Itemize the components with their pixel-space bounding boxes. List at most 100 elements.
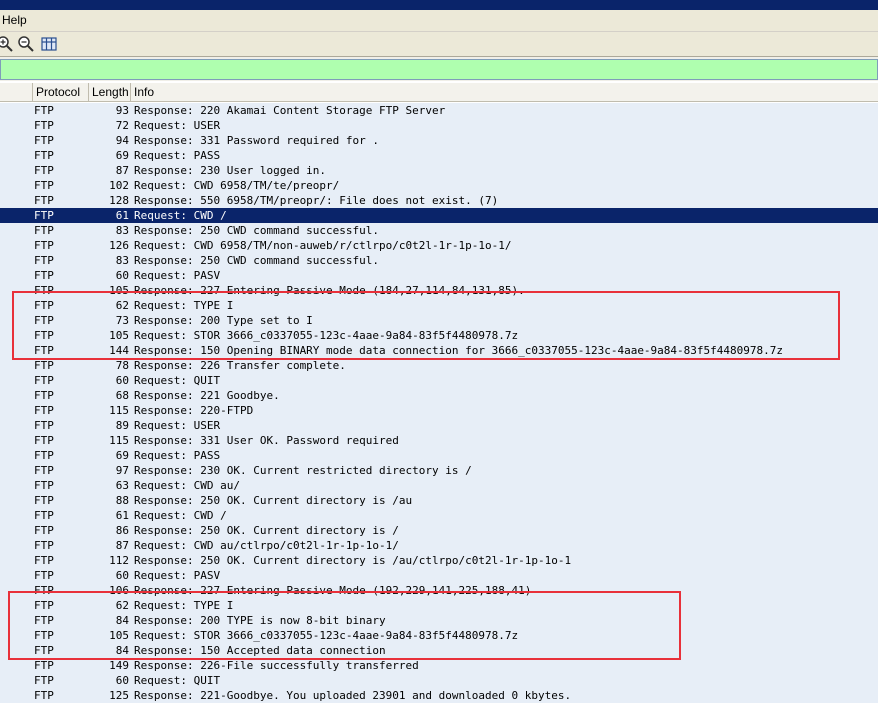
packet-row[interactable]: FTP 88 Response: 250 OK. Current directory… bbox=[0, 493, 878, 508]
packet-row[interactable]: FTP 83 Response: 250 CWD command successfu… bbox=[0, 253, 878, 268]
packet-row[interactable]: FTP 128 Response: 550 6958/TM/preopr/: Fil… bbox=[0, 193, 878, 208]
packet-row[interactable]: FTP 60 Request: QUIT bbox=[0, 673, 878, 688]
packet-row[interactable]: FTP 60 Request: PASV bbox=[0, 268, 878, 283]
packet-length: 94 bbox=[115, 134, 129, 147]
packet-info: Response: 550 6958/TM/preopr/: File does… bbox=[134, 194, 499, 207]
packet-row[interactable]: FTP 78 Response: 226 Transfer complete. bbox=[0, 358, 878, 373]
packet-length: 68 bbox=[115, 389, 129, 402]
packet-protocol: FTP bbox=[34, 179, 54, 192]
packet-protocol: FTP bbox=[34, 434, 54, 447]
packet-protocol: FTP bbox=[34, 494, 54, 507]
packet-row[interactable]: FTP 125 Response: 221-Goodbye. You uploade… bbox=[0, 688, 878, 703]
packet-row[interactable]: FTP 69 Request: PASS bbox=[0, 448, 878, 463]
packet-row[interactable]: FTP 87 Request: CWD au/ctlrpo/c0t2l-1r-1p-… bbox=[0, 538, 878, 553]
column-header-blank[interactable] bbox=[0, 83, 33, 101]
packet-row[interactable]: FTP 149 Response: 226-File successfully tr… bbox=[0, 658, 878, 673]
packet-length: 125 bbox=[109, 689, 129, 702]
packet-row[interactable]: FTP 60 Request: QUIT bbox=[0, 373, 878, 388]
packet-info: Response: 250 OK. Current directory is /… bbox=[134, 554, 572, 567]
packet-row[interactable]: FTP 87 Response: 230 User logged in. bbox=[0, 163, 878, 178]
packet-info: Request: CWD 6958/TM/non-auweb/r/ctlrpo/… bbox=[134, 239, 512, 252]
packet-info: Response: 331 Password required for . bbox=[134, 134, 380, 147]
highlight-box bbox=[12, 291, 840, 360]
packet-info: Response: 221-Goodbye. You uploaded 2390… bbox=[134, 689, 572, 702]
packet-info: Request: CWD 6958/TM/te/preopr/ bbox=[134, 179, 340, 192]
packet-row[interactable]: FTP 83 Response: 250 CWD command successfu… bbox=[0, 223, 878, 238]
packet-row[interactable]: FTP 60 Request: PASV bbox=[0, 568, 878, 583]
display-filter-input[interactable] bbox=[0, 59, 878, 80]
packet-info: Request: USER bbox=[134, 419, 221, 432]
packet-row[interactable]: FTP 89 Request: USER bbox=[0, 418, 878, 433]
packet-length: 115 bbox=[109, 404, 129, 417]
packet-info: Request: QUIT bbox=[134, 674, 221, 687]
packet-protocol: FTP bbox=[34, 509, 54, 522]
packet-protocol: FTP bbox=[34, 449, 54, 462]
packet-protocol: FTP bbox=[34, 464, 54, 477]
packet-protocol: FTP bbox=[34, 569, 54, 582]
packet-info: Response: 220-FTPD bbox=[134, 404, 254, 417]
packet-protocol: FTP bbox=[34, 689, 54, 702]
packet-info: Response: 220 Akamai Content Storage FTP… bbox=[134, 104, 446, 117]
zoom-in-icon[interactable] bbox=[0, 35, 14, 53]
display-filter-bar bbox=[0, 57, 878, 81]
packet-info: Response: 221 Goodbye. bbox=[134, 389, 280, 402]
packet-protocol: FTP bbox=[34, 164, 54, 177]
packet-info: Request: USER bbox=[134, 119, 221, 132]
packet-info: Response: 250 OK. Current directory is / bbox=[134, 524, 399, 537]
packet-protocol: FTP bbox=[34, 524, 54, 537]
packet-row[interactable]: FTP 112 Response: 250 OK. Current director… bbox=[0, 553, 878, 568]
packet-row[interactable]: FTP 69 Request: PASS bbox=[0, 148, 878, 163]
packet-length: 61 bbox=[115, 509, 129, 522]
packet-protocol: FTP bbox=[34, 404, 54, 417]
packet-row[interactable]: FTP 86 Response: 250 OK. Current directory… bbox=[0, 523, 878, 538]
packet-info: Request: CWD / bbox=[134, 509, 227, 522]
packet-length: 93 bbox=[115, 104, 129, 117]
packet-row[interactable]: FTP 68 Response: 221 Goodbye. bbox=[0, 388, 878, 403]
packet-length: 60 bbox=[115, 374, 129, 387]
packet-row[interactable]: FTP 97 Response: 230 OK. Current restricte… bbox=[0, 463, 878, 478]
column-header-info[interactable]: Info bbox=[131, 83, 878, 101]
packet-length: 149 bbox=[109, 659, 129, 672]
packet-info: Request: CWD au/ctlrpo/c0t2l-1r-1p-1o-1/ bbox=[134, 539, 399, 552]
packet-info: Response: 250 OK. Current directory is /… bbox=[134, 494, 413, 507]
column-header-protocol[interactable]: Protocol bbox=[33, 83, 89, 101]
packet-length: 60 bbox=[115, 269, 129, 282]
packet-info: Request: PASV bbox=[134, 569, 221, 582]
packet-row[interactable]: FTP 61 Request: CWD / bbox=[0, 208, 878, 223]
packet-protocol: FTP bbox=[34, 254, 54, 267]
packet-length: 63 bbox=[115, 479, 129, 492]
packet-info: Response: 250 CWD command successful. bbox=[134, 254, 380, 267]
packet-row[interactable]: FTP 63 Request: CWD au/ bbox=[0, 478, 878, 493]
packet-row[interactable]: FTP 93 Response: 220 Akamai Content Storag… bbox=[0, 103, 878, 118]
packet-row[interactable]: FTP 94 Response: 331 Password required for… bbox=[0, 133, 878, 148]
packet-info: Request: CWD / bbox=[134, 209, 227, 222]
packet-row[interactable]: FTP 115 Response: 331 User OK. Password re… bbox=[0, 433, 878, 448]
packet-protocol: FTP bbox=[34, 374, 54, 387]
packet-protocol: FTP bbox=[34, 209, 54, 222]
menu-help[interactable]: Help bbox=[0, 13, 27, 27]
packet-info: Response: 331 User OK. Password required bbox=[134, 434, 399, 447]
packet-length: 60 bbox=[115, 569, 129, 582]
packet-length: 87 bbox=[115, 164, 129, 177]
packet-protocol: FTP bbox=[34, 269, 54, 282]
column-header-length[interactable]: Length bbox=[89, 83, 131, 101]
packet-length: 61 bbox=[115, 209, 129, 222]
packet-length: 83 bbox=[115, 254, 129, 267]
packet-row[interactable]: FTP 61 Request: CWD / bbox=[0, 508, 878, 523]
packet-row[interactable]: FTP 72 Request: USER bbox=[0, 118, 878, 133]
packet-row[interactable]: FTP 102 Request: CWD 6958/TM/te/preopr/ bbox=[0, 178, 878, 193]
packet-protocol: FTP bbox=[34, 224, 54, 237]
packet-protocol: FTP bbox=[34, 104, 54, 117]
packet-list: FTP 93 Response: 220 Akamai Content Storag… bbox=[0, 103, 878, 712]
packet-length: 89 bbox=[115, 419, 129, 432]
packet-row[interactable]: FTP 115 Response: 220-FTPD bbox=[0, 403, 878, 418]
packet-length: 88 bbox=[115, 494, 129, 507]
zoom-out-icon[interactable] bbox=[17, 35, 35, 53]
resize-columns-icon[interactable] bbox=[40, 35, 58, 53]
packet-protocol: FTP bbox=[34, 119, 54, 132]
packet-info: Response: 226-File successfully transfer… bbox=[134, 659, 419, 672]
packet-protocol: FTP bbox=[34, 194, 54, 207]
packet-row[interactable]: FTP 126 Request: CWD 6958/TM/non-auweb/r/c… bbox=[0, 238, 878, 253]
packet-length: 60 bbox=[115, 674, 129, 687]
packet-length: 126 bbox=[109, 239, 129, 252]
